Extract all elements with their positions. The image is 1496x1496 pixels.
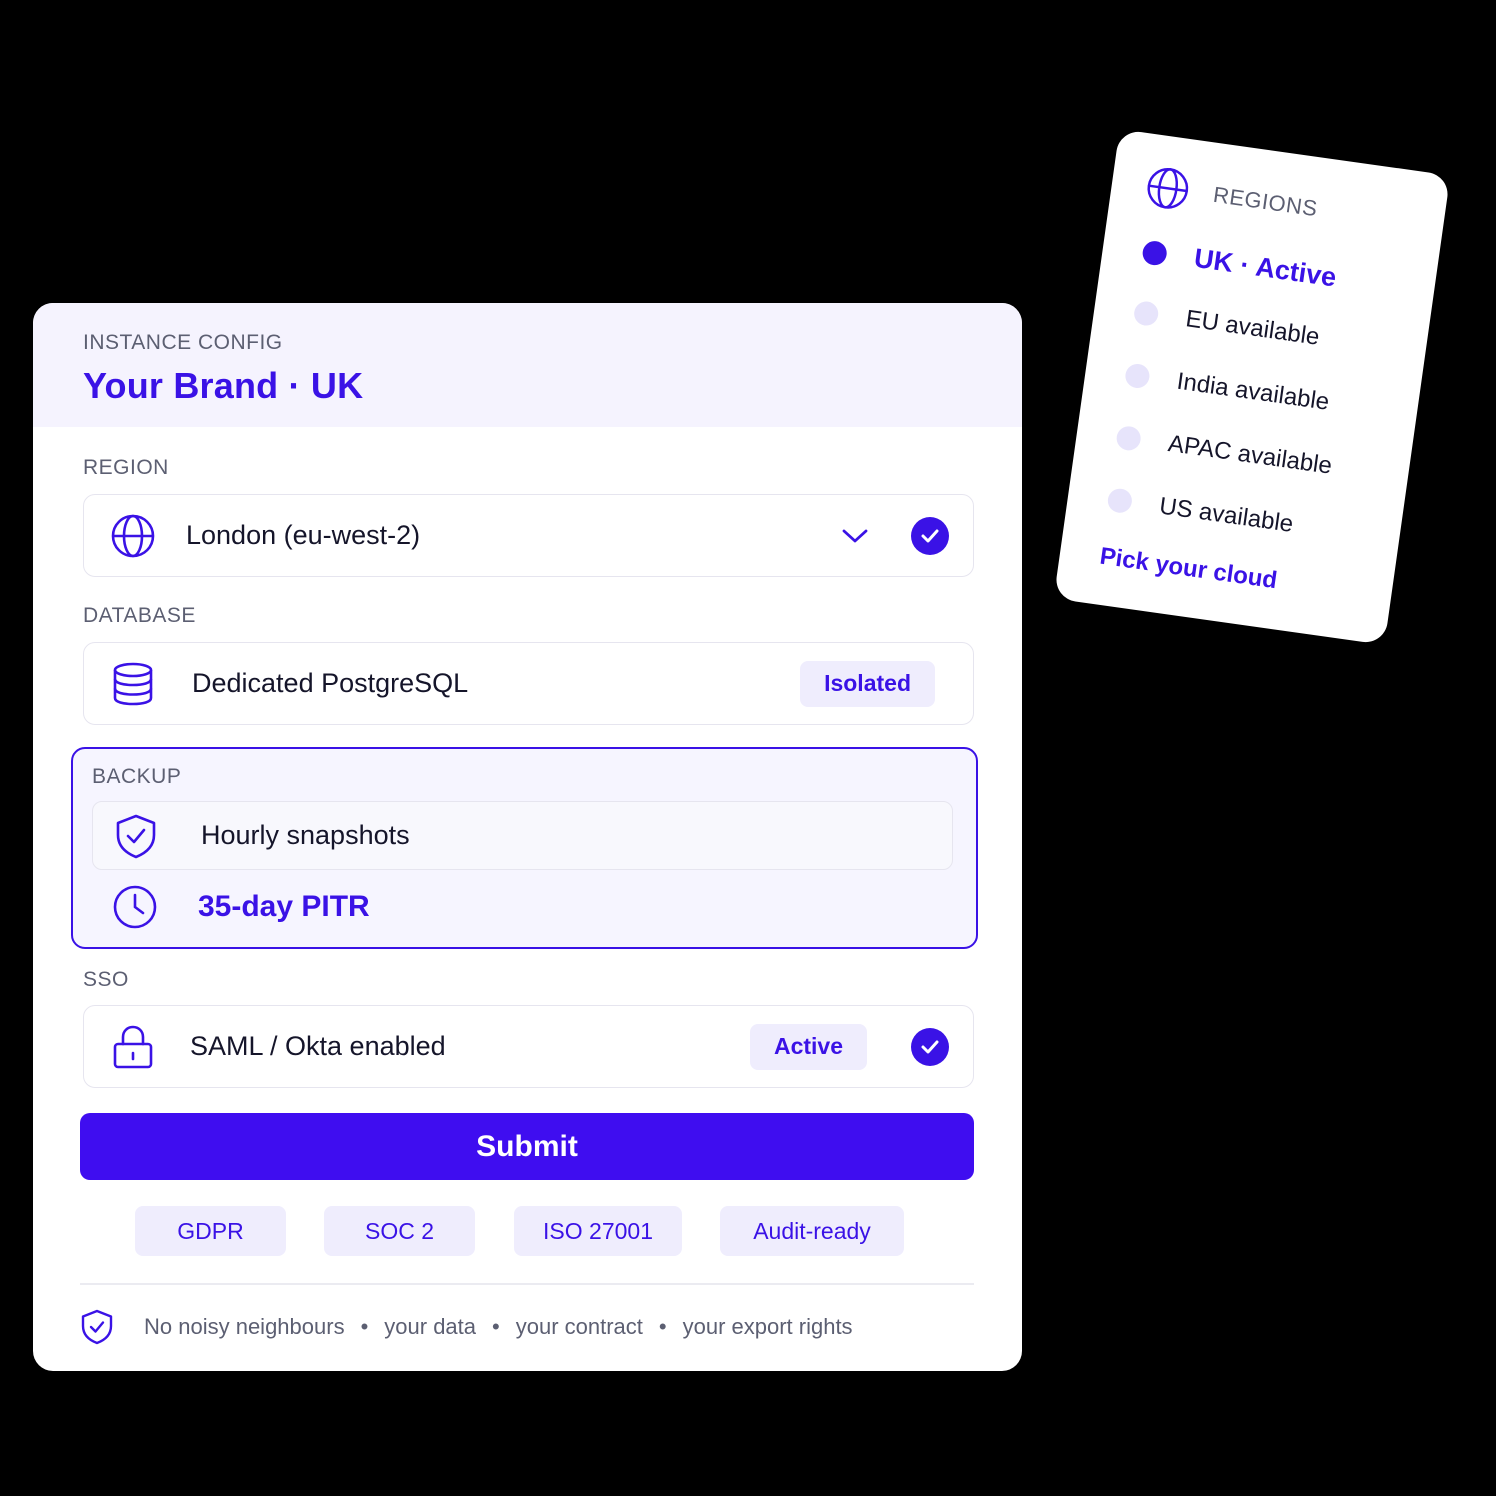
region-option-apac[interactable]: APAC available: [1115, 423, 1334, 481]
hourly-snapshots-row[interactable]: Hourly snapshots: [92, 801, 953, 870]
backup-label: BACKUP: [92, 765, 182, 788]
database-value: Dedicated PostgreSQL: [192, 668, 469, 698]
footer-item: your data: [384, 1314, 477, 1339]
region-option-uk[interactable]: UK · Active: [1141, 236, 1338, 294]
active-dot: [1141, 239, 1169, 267]
regions-card: REGIONS UK · Active EU available India a…: [1053, 129, 1451, 645]
page-title: Your Brand · UK: [83, 365, 364, 406]
audit-ready-badge: Audit-ready: [720, 1206, 904, 1256]
chevron-down-icon[interactable]: [841, 527, 869, 545]
globe-icon: [1143, 164, 1193, 214]
iso27001-badge: ISO 27001: [514, 1206, 682, 1256]
globe-icon: [110, 513, 156, 559]
sso-value: SAML / Okta enabled: [190, 1031, 446, 1061]
region-option-label: EU available: [1183, 305, 1322, 351]
database-row[interactable]: Dedicated PostgreSQL Isolated: [83, 642, 974, 725]
clock-icon: [112, 884, 158, 930]
active-badge: Active: [749, 1023, 867, 1070]
region-option-india[interactable]: India available: [1123, 360, 1331, 416]
gdpr-badge: GDPR: [135, 1206, 286, 1256]
regions-title: REGIONS: [1211, 181, 1320, 222]
region-option-label: India available: [1175, 367, 1331, 416]
inactive-dot: [1106, 487, 1134, 515]
footer-separator: •: [492, 1314, 500, 1339]
backup-section[interactable]: BACKUP Hourly snapshots 35-day PITR: [71, 747, 978, 949]
region-option-label: UK · Active: [1192, 242, 1339, 293]
region-value: London (eu-west-2): [186, 520, 421, 550]
soc2-badge: SOC 2: [324, 1206, 475, 1256]
region-option-us[interactable]: US available: [1106, 485, 1295, 539]
regions-header: REGIONS: [1143, 164, 1320, 232]
lock-icon: [110, 1024, 156, 1070]
sso-label: SSO: [83, 968, 129, 991]
sso-check-icon: [911, 1027, 949, 1066]
inactive-dot: [1132, 300, 1160, 328]
region-option-eu[interactable]: EU available: [1132, 298, 1321, 352]
footer-separator: •: [658, 1314, 667, 1339]
region-option-label: US available: [1157, 492, 1295, 538]
pick-your-cloud-link[interactable]: Pick your cloud: [1098, 543, 1279, 596]
footer-item: your export rights: [682, 1314, 853, 1339]
region-option-label: APAC available: [1166, 430, 1334, 480]
region-select[interactable]: London (eu-west-2): [83, 494, 974, 577]
database-label: DATABASE: [83, 604, 196, 627]
footer-separator: •: [360, 1314, 369, 1339]
region-check-icon: [911, 516, 949, 555]
shield-check-icon: [80, 1309, 114, 1345]
submit-button[interactable]: Submit: [80, 1113, 974, 1180]
inactive-dot: [1123, 362, 1151, 390]
instance-config-card: INSTANCE CONFIG Your Brand · UK REGION L…: [33, 303, 1022, 1371]
database-icon: [110, 661, 156, 707]
footer: No noisy neighbours • your data • your c…: [80, 1309, 853, 1345]
inactive-dot: [1115, 424, 1143, 452]
region-label: REGION: [83, 456, 169, 479]
pitr-row: 35-day PITR: [112, 884, 370, 930]
shield-check-icon: [113, 813, 159, 859]
divider: [80, 1283, 974, 1285]
footer-item: No noisy neighbours: [144, 1314, 345, 1339]
sso-row[interactable]: SAML / Okta enabled Active: [83, 1005, 974, 1088]
footer-item: your contract: [515, 1314, 643, 1339]
hourly-snapshots-text: Hourly snapshots: [201, 820, 410, 850]
pitr-text: 35-day PITR: [198, 890, 370, 923]
card-header: INSTANCE CONFIG Your Brand · UK: [33, 303, 1022, 427]
isolated-badge: Isolated: [800, 660, 935, 707]
eyebrow-label: INSTANCE CONFIG: [83, 331, 283, 354]
